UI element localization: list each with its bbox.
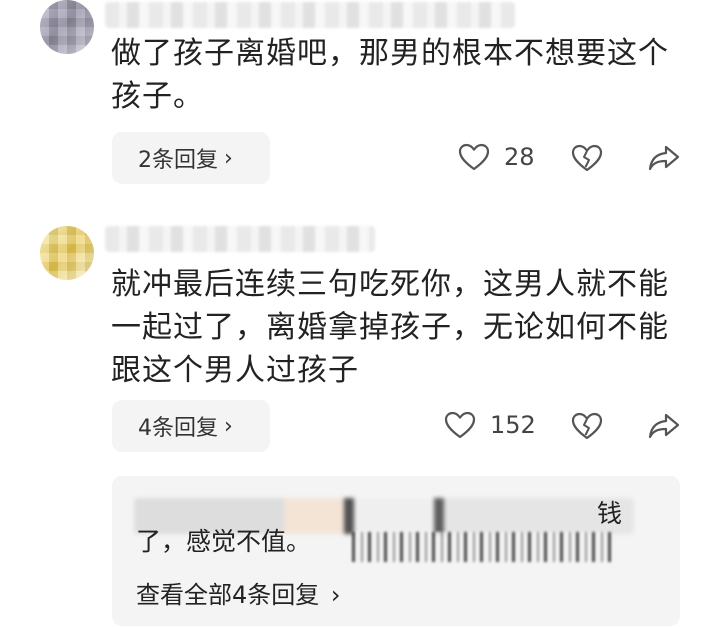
heart-outline-icon <box>444 411 476 439</box>
sub-reply-blurred-content <box>352 532 612 562</box>
replies-button[interactable]: 4条回复 › <box>112 400 270 452</box>
avatar[interactable] <box>40 226 94 280</box>
sub-reply-fragment: 钱 <box>597 499 623 528</box>
sub-reply-preview[interactable]: 钱 了，感觉不值。 查看全部4条回复 › <box>112 476 680 626</box>
replies-label: 4条回复 <box>138 416 218 441</box>
username-blurred <box>105 226 375 252</box>
broken-heart-icon[interactable] <box>571 411 603 441</box>
like-count: 152 <box>490 411 536 439</box>
like-button[interactable]: 152 <box>444 410 536 440</box>
view-all-label: 查看全部4条回复 <box>136 581 320 609</box>
sub-reply-text: 了，感觉不值。 <box>136 527 312 556</box>
share-arrow-icon[interactable] <box>648 411 680 441</box>
comment-text: 就冲最后连续三句吃死你，这男人就不能一起过了，离婚拿掉孩子，无论如何不能跟这个男… <box>111 267 669 388</box>
view-all-replies-link[interactable]: 查看全部4条回复 › <box>136 575 341 610</box>
chevron-right-icon: › <box>330 581 341 609</box>
chevron-right-icon: › <box>224 413 233 439</box>
comment-2: 就冲最后连续三句吃死你，这男人就不能一起过了，离婚拿掉孩子，无论如何不能跟这个男… <box>0 0 720 627</box>
